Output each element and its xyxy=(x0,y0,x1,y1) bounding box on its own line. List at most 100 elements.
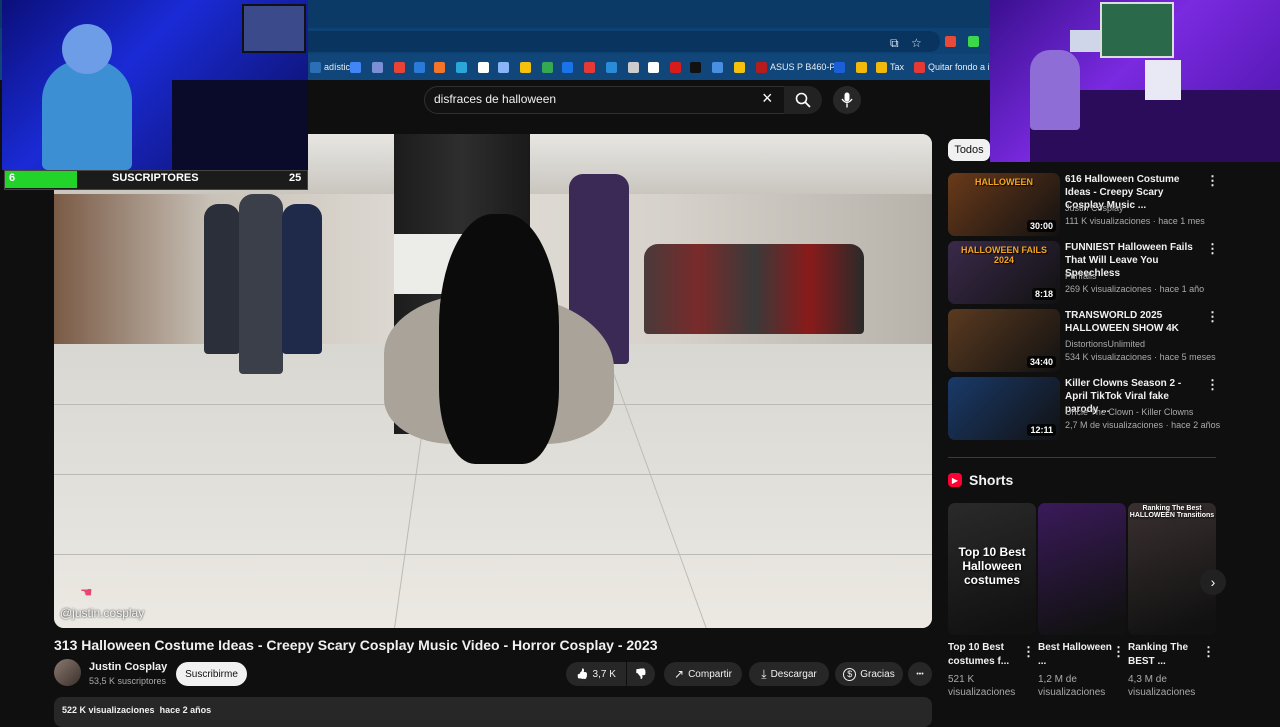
clear-search-icon[interactable]: × xyxy=(762,88,773,108)
bookmark-item[interactable] xyxy=(562,59,573,75)
streamer-webcam xyxy=(2,0,308,170)
bookmark-favicon-icon xyxy=(478,61,489,73)
dislike-button[interactable]: 👎 xyxy=(627,662,655,686)
more-options-icon[interactable]: ⋮ xyxy=(1206,309,1219,325)
share-icon: ↗ xyxy=(674,667,685,681)
short-thumbnail[interactable]: Top 10 Best Halloween costumes xyxy=(948,503,1036,635)
recommended-video-title[interactable]: TRANSWORLD 2025 HALLOWEEN SHOW 4K xyxy=(1065,309,1203,335)
address-bar[interactable] xyxy=(300,31,940,52)
bookmark-item[interactable] xyxy=(856,59,867,75)
video-duration: 8:18 xyxy=(1031,288,1056,300)
recommended-video-meta: 111 K visualizaciones · hace 1 mes xyxy=(1065,216,1205,226)
webcam-monitor xyxy=(242,4,306,53)
subscriber-goal-fill xyxy=(5,171,77,188)
bookmark-item[interactable] xyxy=(584,59,595,75)
video-thumbnail[interactable]: 12:11 xyxy=(948,377,1060,440)
recommended-video[interactable]: HALLOWEEN 30:00 616 Halloween Costume Idea… xyxy=(948,173,1219,237)
short-views: 1,2 M de visualizaciones xyxy=(1038,674,1106,698)
bookmark-favicon-icon xyxy=(394,61,405,73)
recommended-video-views: 111 K visualizaciones xyxy=(1065,216,1151,226)
recommended-video-channel[interactable]: Uncle The Clown - Killer Clowns xyxy=(1065,407,1193,417)
bookmark-item[interactable] xyxy=(478,59,489,75)
recommended-video[interactable]: 12:11 Killer Clowns Season 2 - April TikT… xyxy=(948,377,1220,441)
short-thumbnail[interactable] xyxy=(1038,503,1126,635)
bookmark-favicon-icon xyxy=(520,61,531,73)
thanks-icon: $ xyxy=(843,667,857,681)
short-title[interactable]: Best Halloween ... xyxy=(1038,641,1114,669)
channel-avatar[interactable] xyxy=(54,659,81,686)
bookmark-item[interactable] xyxy=(648,59,659,75)
voice-search-button[interactable] xyxy=(833,86,861,114)
like-button[interactable]: 👍 3,7 K xyxy=(566,662,626,686)
bookmark-item[interactable]: ASUS P B460-P xyxy=(756,59,835,75)
extension-icon[interactable] xyxy=(945,36,956,47)
bookmark-item[interactable] xyxy=(434,59,445,75)
download-button[interactable]: ⤓ Descargar xyxy=(749,662,829,686)
recommended-video[interactable]: HALLOWEEN FAILS 2024 8:18 FUNNIEST Hallowe… xyxy=(948,241,1219,305)
bookmark-favicon-icon xyxy=(372,61,383,73)
recommended-video-channel[interactable]: DistortionsUnlimited xyxy=(1065,339,1145,349)
webcam-room-person xyxy=(1030,50,1080,130)
short-title[interactable]: Ranking The BEST ... xyxy=(1128,641,1204,669)
filter-chip-all[interactable]: Todos xyxy=(948,139,990,161)
bookmark-item[interactable] xyxy=(394,59,405,75)
shorts-heading: Shorts xyxy=(969,472,1014,488)
short-views: 521 K visualizaciones xyxy=(948,674,1016,698)
more-options-icon[interactable]: ⋮ xyxy=(1202,644,1215,660)
search-button[interactable] xyxy=(784,86,822,114)
bookmark-item[interactable] xyxy=(520,59,531,75)
more-options-icon[interactable]: ⋮ xyxy=(1112,644,1125,660)
bookmark-item[interactable] xyxy=(834,59,845,75)
bookmark-item[interactable] xyxy=(372,59,383,75)
recommended-video-channel[interactable]: Funfails xyxy=(1065,271,1097,281)
more-options-icon[interactable]: ⋮ xyxy=(1206,241,1219,257)
recommended-video-age: hace 1 año xyxy=(1159,284,1205,294)
thanks-button[interactable]: $ Gracias xyxy=(835,662,903,686)
bookmark-item[interactable] xyxy=(734,59,745,75)
more-actions-button[interactable]: ••• xyxy=(908,662,932,686)
video-thumbnail[interactable]: 34:40 xyxy=(948,309,1060,372)
video-player[interactable]: ☚ @justin.cosplay xyxy=(54,134,932,628)
short-thumbnail[interactable]: Ranking The Best HALLOWEEN Transitions xyxy=(1128,503,1216,635)
short-title[interactable]: Top 10 Best costumes f... xyxy=(948,641,1024,669)
bookmark-item[interactable] xyxy=(542,59,553,75)
extension-icon[interactable] xyxy=(968,36,979,47)
bookmark-item[interactable] xyxy=(712,59,723,75)
bookmark-favicon-icon xyxy=(856,61,867,73)
subscribe-button[interactable]: Suscribirme xyxy=(176,662,247,686)
share-label: Compartir xyxy=(688,668,732,680)
webcam-desk xyxy=(172,80,308,170)
recommended-video-views: 534 K visualizaciones xyxy=(1065,352,1152,362)
search-query[interactable]: disfraces de halloween xyxy=(434,92,556,106)
video-bystander xyxy=(204,204,240,354)
bookmark-item[interactable] xyxy=(670,59,681,75)
video-bystander xyxy=(282,204,322,354)
bookmark-item[interactable] xyxy=(350,59,361,75)
search-icon xyxy=(795,92,811,108)
more-options-icon[interactable]: ⋮ xyxy=(1206,377,1219,393)
channel-name[interactable]: Justin Cosplay xyxy=(89,661,167,673)
video-thumbnail[interactable]: HALLOWEEN FAILS 2024 8:18 xyxy=(948,241,1060,304)
more-options-icon[interactable]: ⋮ xyxy=(1206,173,1219,189)
bookmark-item[interactable] xyxy=(690,59,701,75)
recommended-video[interactable]: 34:40 TRANSWORLD 2025 HALLOWEEN SHOW 4K Di… xyxy=(948,309,1219,373)
video-creature-hair xyxy=(439,214,559,464)
bookmark-item[interactable] xyxy=(498,59,509,75)
install-app-icon[interactable]: ⧉ xyxy=(890,36,899,51)
bookmark-favicon-icon xyxy=(562,61,573,73)
more-options-icon[interactable]: ⋮ xyxy=(1022,644,1035,660)
bookmark-item[interactable]: Tax xyxy=(876,59,904,75)
bookmark-item[interactable]: Quitar fondo a im xyxy=(914,59,997,75)
recommended-video-channel[interactable]: Justin Cosplay xyxy=(1065,203,1124,213)
video-thumbnail[interactable]: HALLOWEEN 30:00 xyxy=(948,173,1060,236)
subscriber-goal-count: 6 xyxy=(9,172,16,184)
shorts-next-button[interactable]: › xyxy=(1200,569,1226,595)
share-button[interactable]: ↗ Compartir xyxy=(664,662,742,686)
recommended-video-meta: 534 K visualizaciones · hace 5 meses xyxy=(1065,352,1216,362)
bookmark-item[interactable] xyxy=(606,59,617,75)
bookmark-item[interactable] xyxy=(456,59,467,75)
bookmark-star-icon[interactable]: ☆ xyxy=(911,36,922,50)
bookmark-item[interactable] xyxy=(414,59,425,75)
bookmark-item[interactable] xyxy=(628,59,639,75)
bookmark-favicon-icon xyxy=(628,61,639,73)
